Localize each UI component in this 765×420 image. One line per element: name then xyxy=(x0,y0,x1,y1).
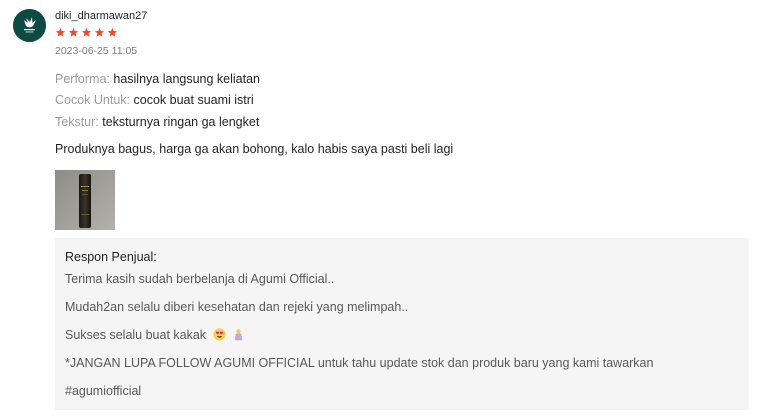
seller-response-line: Mudah2an selalu diberi kesehatan dan rej… xyxy=(65,300,409,314)
attribute-value: cocok buat suami istri xyxy=(133,93,254,107)
review-comment: Produknya bagus, harga ga akan bohong, k… xyxy=(55,142,454,156)
attribute-cocok-untuk: Cocok Untuk: cocok buat suami istri xyxy=(55,93,254,107)
person-with-folded-hands-icon xyxy=(234,329,243,341)
review-image-thumbnail[interactable] xyxy=(55,170,115,230)
seller-response-panel: Respon Penjual: Terima kasih sudah berbe… xyxy=(55,238,749,410)
seller-response-line-with-emoji: Sukses selalu buat kakak xyxy=(65,328,245,342)
seller-response-line: Terima kasih sudah berbelanja di Agumi O… xyxy=(65,272,335,286)
seller-response-line: *JANGAN LUPA FOLLOW AGUMI OFFICIAL untuk… xyxy=(65,356,654,370)
attribute-label: Tekstur: xyxy=(55,115,99,129)
smiling-face-with-heart-eyes-icon xyxy=(212,328,226,341)
star-icon xyxy=(94,27,105,37)
star-icon xyxy=(81,27,92,37)
star-icon xyxy=(107,27,118,37)
reviewer-username[interactable]: diki_dharmawan27 xyxy=(55,10,147,23)
seller-response-line-text: Sukses selalu buat kakak xyxy=(65,328,207,342)
attribute-label: Performa: xyxy=(55,72,110,86)
star-icon xyxy=(68,27,79,37)
product-photo-icon xyxy=(55,170,115,230)
rating-stars xyxy=(55,27,118,39)
seller-response-title: Respon Penjual: xyxy=(65,250,157,264)
attribute-value: hasilnya langsung keliatan xyxy=(113,72,261,86)
review-timestamp: 2023-06-25 11:05 xyxy=(55,45,138,57)
attribute-performa: Performa: hasilnya langsung keliatan xyxy=(55,72,260,86)
shop-logo-icon xyxy=(13,9,46,42)
attribute-value: teksturnya ringan ga lengket xyxy=(102,115,260,129)
attribute-tekstur: Tekstur: teksturnya ringan ga lengket xyxy=(55,115,259,129)
seller-response-line: #agumiofficial xyxy=(65,384,142,398)
star-icon xyxy=(55,27,66,37)
avatar[interactable] xyxy=(13,9,46,42)
attribute-label: Cocok Untuk: xyxy=(55,93,131,107)
